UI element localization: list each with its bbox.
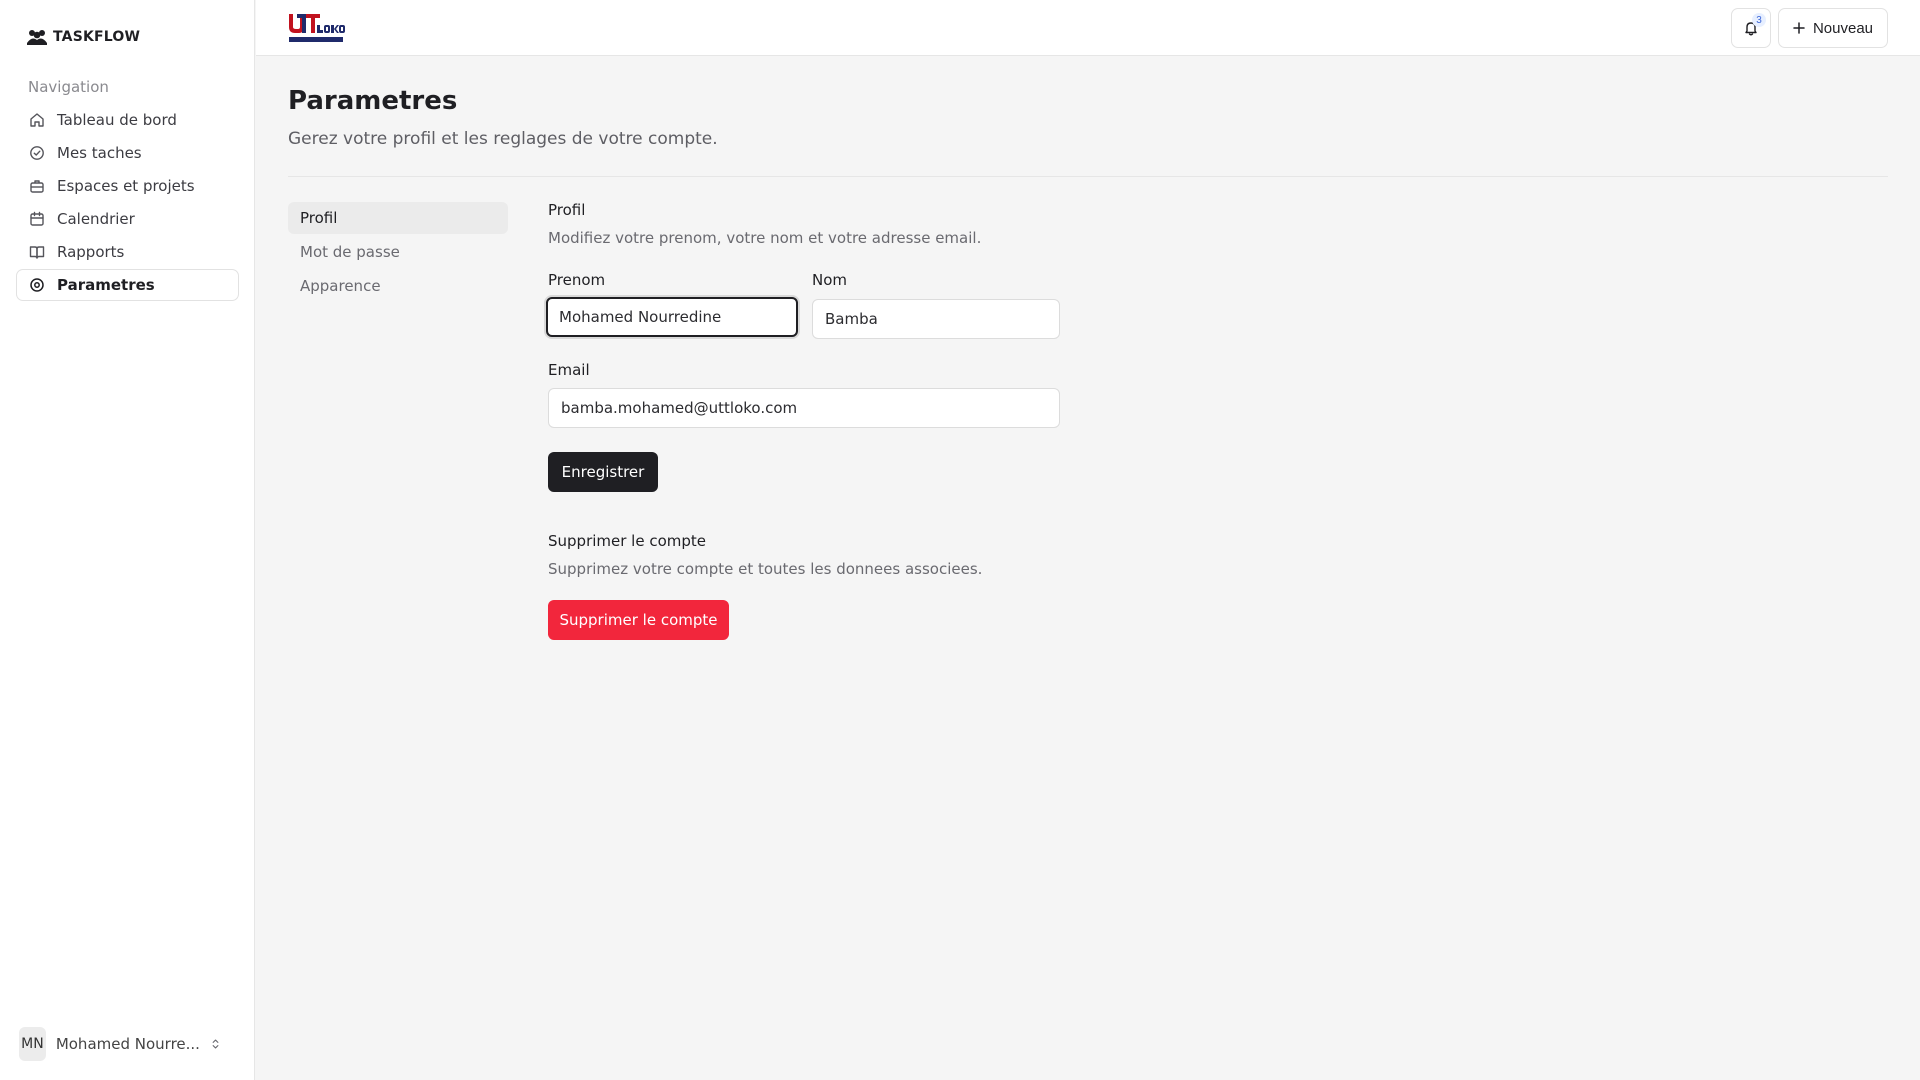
chevrons-up-down-icon (212, 1039, 219, 1049)
book-icon (29, 246, 45, 259)
last-name-input[interactable] (812, 299, 1060, 339)
page-subtitle: Gerez votre profil et les reglages de vo… (288, 129, 718, 149)
sidebar-item-label: Parametres (57, 276, 155, 294)
sidebar-item-label: Rapports (57, 243, 125, 261)
notification-badge: 3 (1752, 13, 1766, 27)
plus-icon (1793, 22, 1805, 34)
home-icon (30, 113, 44, 127)
sidebar: TASKFLOW Navigation Tableau de bord Mes … (0, 0, 255, 1080)
sidebar-item-label: Mes taches (57, 144, 142, 162)
new-button-label: Nouveau (1812, 19, 1874, 37)
university-logo-icon (289, 14, 345, 42)
top-bar: 3 Nouveau (256, 0, 1920, 56)
save-button[interactable]: Enregistrer (548, 452, 658, 492)
check-circle-icon (30, 146, 44, 160)
last-name-label: Nom (812, 271, 848, 289)
profile-section-description: Modifiez votre prenom, votre nom et votr… (548, 229, 982, 247)
settings-tab-appearance[interactable]: Apparence (288, 270, 508, 302)
sidebar-nav: Tableau de bord Mes taches Espaces et pr… (16, 104, 239, 302)
email-input[interactable] (548, 388, 1060, 428)
sidebar-item-tasks[interactable]: Mes taches (16, 137, 239, 169)
notifications-button[interactable]: 3 (1731, 8, 1771, 48)
sidebar-item-reports[interactable]: Rapports (16, 236, 239, 268)
profile-section-title: Profil (548, 201, 586, 219)
nav-heading: Navigation (28, 78, 109, 96)
user-name: Mohamed Nourre... (55, 1035, 200, 1053)
new-button[interactable]: Nouveau (1778, 8, 1888, 48)
brand[interactable]: TASKFLOW (27, 26, 140, 48)
first-name-label: Prenom (548, 271, 606, 289)
delete-account-title: Supprimer le compte (548, 532, 707, 550)
calendar-icon (30, 211, 44, 226)
user-menu[interactable]: MN Mohamed Nourre... (19, 1027, 231, 1061)
sidebar-item-settings[interactable]: Parametres (16, 269, 239, 301)
sidebar-item-label: Calendrier (57, 210, 135, 228)
brand-name: TASKFLOW (53, 29, 141, 45)
sidebar-item-projects[interactable]: Espaces et projets (16, 170, 239, 202)
briefcase-icon (30, 180, 44, 193)
settings-tab-password[interactable]: Mot de passe (288, 236, 508, 268)
delete-account-button[interactable]: Supprimer le compte (548, 600, 729, 640)
delete-account-description: Supprimez votre compte et toutes les don… (548, 560, 983, 578)
sidebar-item-label: Espaces et projets (57, 177, 195, 195)
first-name-input[interactable] (546, 297, 798, 337)
team-icon (27, 30, 47, 45)
university-logo[interactable] (286, 11, 346, 45)
sidebar-item-label: Tableau de bord (57, 111, 177, 129)
sidebar-item-calendar[interactable]: Calendrier (16, 203, 239, 235)
sidebar-item-dashboard[interactable]: Tableau de bord (16, 104, 239, 136)
avatar: MN (19, 1027, 46, 1061)
settings-icon (30, 278, 44, 292)
email-label: Email (548, 361, 590, 379)
divider (288, 176, 1888, 177)
settings-tab-profile[interactable]: Profil (288, 202, 508, 234)
page-title: Parametres (288, 86, 458, 116)
settings-nav: Profil Mot de passe Apparence (288, 202, 508, 304)
